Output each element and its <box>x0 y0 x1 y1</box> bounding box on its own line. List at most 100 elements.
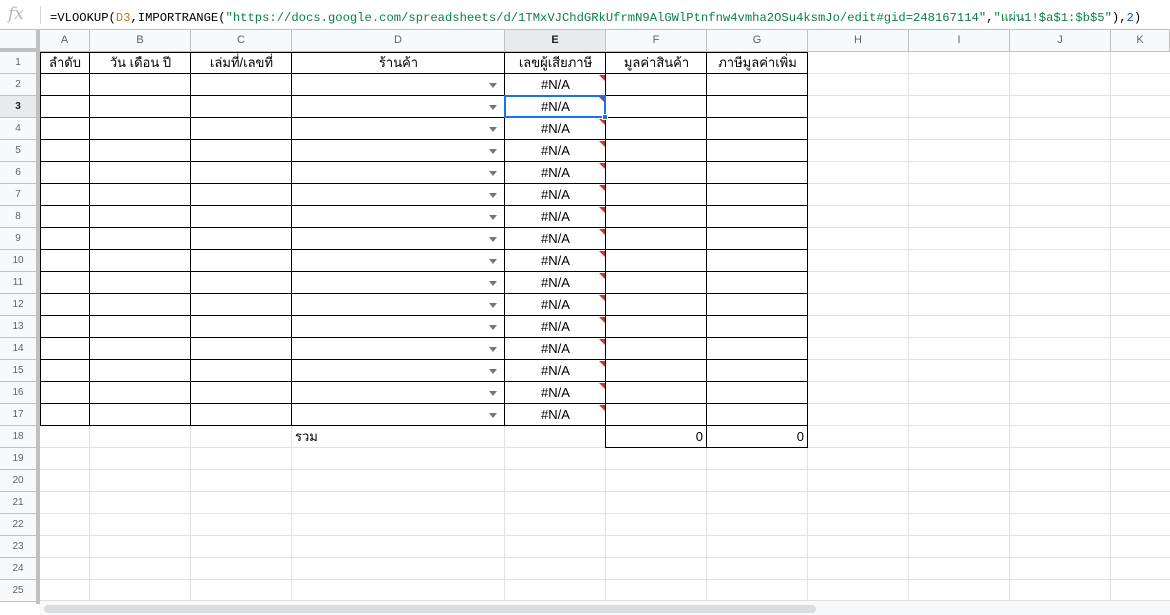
column-header-k[interactable]: K <box>1111 30 1170 52</box>
total-value-f[interactable]: 0 <box>606 426 703 448</box>
formula-token: D3 <box>115 11 131 25</box>
header-cell-e[interactable]: เลขผู้เสียภาษี <box>505 52 606 74</box>
row-header-2[interactable]: 2 <box>0 74 36 96</box>
gridline <box>40 513 1170 514</box>
row-header-7[interactable]: 7 <box>0 184 36 206</box>
column-header-d[interactable]: D <box>292 30 505 52</box>
gridline <box>40 557 1170 558</box>
error-cell-e10[interactable]: #N/A <box>505 250 606 272</box>
error-cell-e5[interactable]: #N/A <box>505 140 606 162</box>
formula-token: ), <box>1111 11 1127 25</box>
column-header-f[interactable]: F <box>606 30 707 52</box>
header-cell-a[interactable]: ลำดับ <box>40 52 90 74</box>
row-header-24[interactable]: 24 <box>0 558 36 580</box>
dropdown-arrow-icon[interactable] <box>489 127 497 132</box>
header-cell-c[interactable]: เล่มที่/เลขที่ <box>191 52 292 74</box>
error-cell-e12[interactable]: #N/A <box>505 294 606 316</box>
row-header-8[interactable]: 8 <box>0 206 36 228</box>
row-header-17[interactable]: 17 <box>0 404 36 426</box>
column-header-j[interactable]: J <box>1010 30 1111 52</box>
row-header-4[interactable]: 4 <box>0 118 36 140</box>
table-border <box>40 227 808 228</box>
dropdown-arrow-icon[interactable] <box>489 215 497 220</box>
column-header-a[interactable]: A <box>40 30 90 52</box>
error-cell-e14[interactable]: #N/A <box>505 338 606 360</box>
row-header-9[interactable]: 9 <box>0 228 36 250</box>
formula-token: "แผ่น1!$a$1:$b$5" <box>993 11 1112 25</box>
error-cell-e9[interactable]: #N/A <box>505 228 606 250</box>
column-header-b[interactable]: B <box>90 30 191 52</box>
total-value-g[interactable]: 0 <box>707 426 804 448</box>
selected-cell-outline <box>504 95 606 118</box>
dropdown-arrow-icon[interactable] <box>489 413 497 418</box>
row-header-10[interactable]: 10 <box>0 250 36 272</box>
row-header-22[interactable]: 22 <box>0 514 36 536</box>
header-cell-g[interactable]: ภาษีมูลค่าเพิ่ม <box>707 52 808 74</box>
error-cell-e7[interactable]: #N/A <box>505 184 606 206</box>
gridline <box>908 52 909 602</box>
table-border <box>40 205 808 206</box>
error-cell-e11[interactable]: #N/A <box>505 272 606 294</box>
row-header-13[interactable]: 13 <box>0 316 36 338</box>
error-cell-e13[interactable]: #N/A <box>505 316 606 338</box>
dropdown-arrow-icon[interactable] <box>489 193 497 198</box>
select-all-corner[interactable] <box>0 30 40 52</box>
row-header-20[interactable]: 20 <box>0 470 36 492</box>
column-header-g[interactable]: G <box>707 30 808 52</box>
error-cell-e2[interactable]: #N/A <box>505 74 606 96</box>
row-header-16[interactable]: 16 <box>0 382 36 404</box>
header-cell-d[interactable]: ร้านค้า <box>292 52 505 74</box>
dropdown-arrow-icon[interactable] <box>489 171 497 176</box>
fill-handle[interactable] <box>602 114 608 120</box>
dropdown-arrow-icon[interactable] <box>489 149 497 154</box>
table-border <box>40 337 808 338</box>
row-header-14[interactable]: 14 <box>0 338 36 360</box>
dropdown-arrow-icon[interactable] <box>489 281 497 286</box>
row-header-21[interactable]: 21 <box>0 492 36 514</box>
dropdown-arrow-icon[interactable] <box>489 303 497 308</box>
row-header-3[interactable]: 3 <box>0 96 36 118</box>
formula-bar: fx =VLOOKUP(D3,IMPORTRANGE("https://docs… <box>0 0 1170 30</box>
column-header-i[interactable]: I <box>909 30 1010 52</box>
table-border <box>40 315 808 316</box>
row-header-11[interactable]: 11 <box>0 272 36 294</box>
row-header-5[interactable]: 5 <box>0 140 36 162</box>
error-cell-e17[interactable]: #N/A <box>505 404 606 426</box>
error-flag-icon <box>599 251 605 257</box>
table-border <box>40 117 808 118</box>
header-cell-f[interactable]: มูลค่าสินค้า <box>606 52 707 74</box>
dropdown-arrow-icon[interactable] <box>489 369 497 374</box>
formula-input[interactable]: =VLOOKUP(D3,IMPORTRANGE("https://docs.go… <box>50 8 1141 27</box>
error-cell-e6[interactable]: #N/A <box>505 162 606 184</box>
header-cell-b[interactable]: วัน เดือน ปี <box>90 52 191 74</box>
error-cell-e16[interactable]: #N/A <box>505 382 606 404</box>
scrollbar-thumb[interactable] <box>44 605 816 613</box>
row-header-18[interactable]: 18 <box>0 426 36 448</box>
column-header-e[interactable]: E <box>505 30 606 52</box>
row-header-15[interactable]: 15 <box>0 360 36 382</box>
fx-icon: fx <box>8 4 24 24</box>
dropdown-arrow-icon[interactable] <box>489 325 497 330</box>
error-cell-e4[interactable]: #N/A <box>505 118 606 140</box>
row-header-12[interactable]: 12 <box>0 294 36 316</box>
error-cell-e15[interactable]: #N/A <box>505 360 606 382</box>
dropdown-arrow-icon[interactable] <box>489 259 497 264</box>
row-header-23[interactable]: 23 <box>0 536 36 558</box>
dropdown-arrow-icon[interactable] <box>489 105 497 110</box>
formula-token: "https://docs.google.com/spreadsheets/d/… <box>225 11 987 25</box>
column-header-c[interactable]: C <box>191 30 292 52</box>
column-header-h[interactable]: H <box>808 30 909 52</box>
dropdown-arrow-icon[interactable] <box>489 391 497 396</box>
horizontal-scrollbar[interactable] <box>40 600 1170 615</box>
row-header-1[interactable]: 1 <box>0 52 36 74</box>
row-header-19[interactable]: 19 <box>0 448 36 470</box>
row-header-25[interactable]: 25 <box>0 580 36 602</box>
dropdown-arrow-icon[interactable] <box>489 83 497 88</box>
error-cell-e8[interactable]: #N/A <box>505 206 606 228</box>
table-border <box>807 52 808 426</box>
error-flag-icon <box>599 75 605 81</box>
dropdown-arrow-icon[interactable] <box>489 237 497 242</box>
row-header-6[interactable]: 6 <box>0 162 36 184</box>
table-border <box>40 95 808 96</box>
dropdown-arrow-icon[interactable] <box>489 347 497 352</box>
